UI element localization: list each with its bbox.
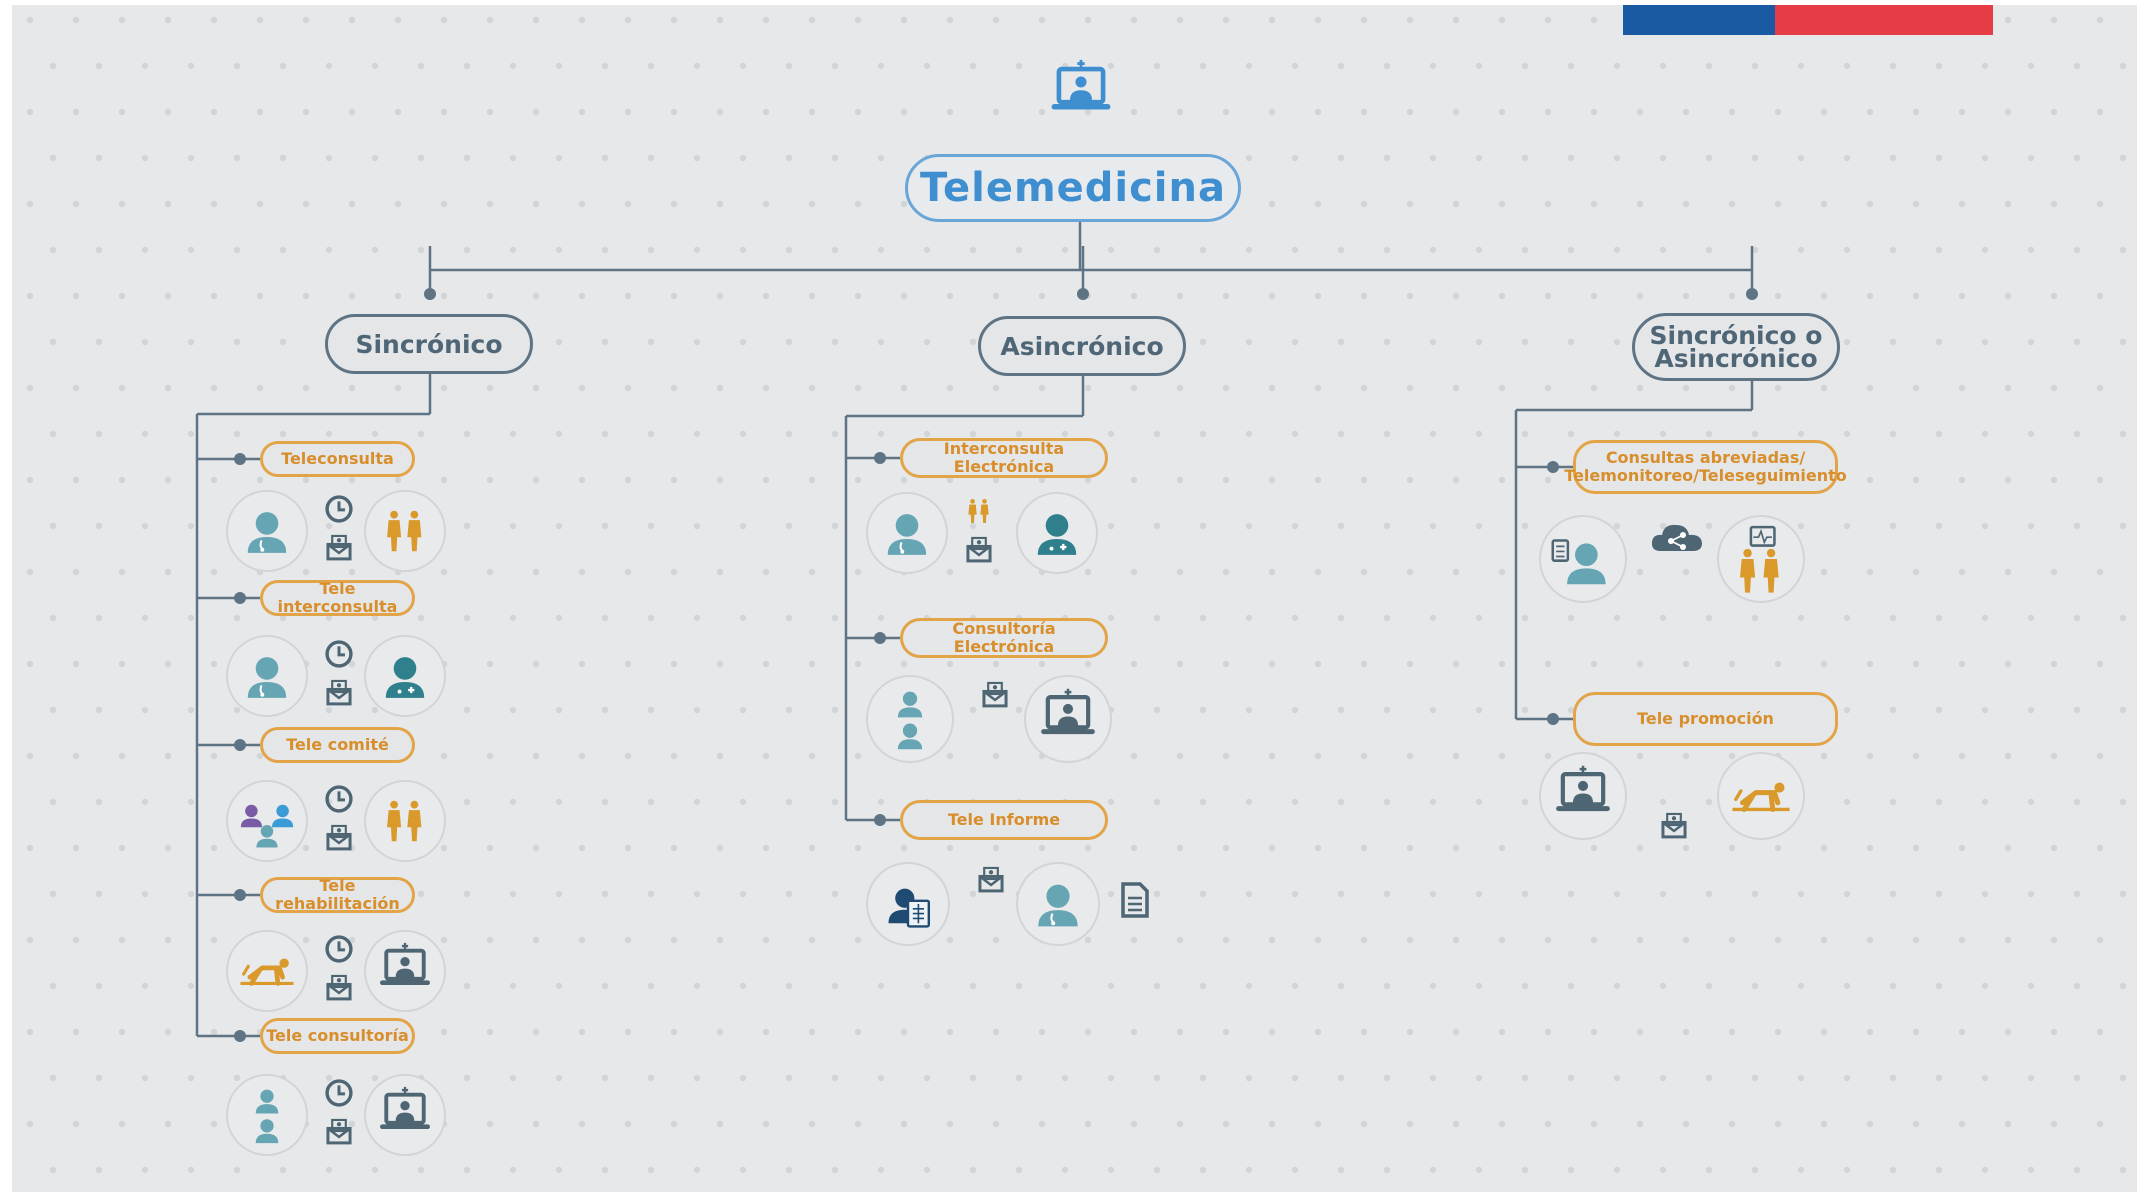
- patients-icon: [364, 490, 446, 572]
- item-dot-1-0: [874, 452, 886, 464]
- doctor-icon: [1016, 862, 1100, 946]
- clock-icon: [322, 492, 356, 526]
- patients-icon: [364, 780, 446, 862]
- item-pill: Tele promoción: [1573, 692, 1838, 746]
- clock-icon: [322, 637, 356, 671]
- mail-icon: [322, 1114, 356, 1148]
- item-dot-0-0: [234, 453, 246, 465]
- item-pill: Consultoría Electrónica: [900, 618, 1108, 658]
- root-node: Telemedicina: [905, 154, 1241, 222]
- clock-icon: [322, 782, 356, 816]
- clock-icon: [322, 1076, 356, 1110]
- cloud-share-icon: [1647, 517, 1707, 557]
- item-dot-0-2: [234, 739, 246, 751]
- doctor-icon: [866, 492, 948, 574]
- two-doctors-icon: [226, 1074, 308, 1156]
- mail-icon: [322, 530, 356, 564]
- laptop-doctor-icon: [1539, 752, 1627, 840]
- mail-icon: [322, 675, 356, 709]
- laptop-doctor-icon: [364, 930, 446, 1012]
- category-sincronico-o-asincronico: Sincrónico o Asincrónico: [1632, 313, 1840, 381]
- item-pill: Tele Informe: [900, 800, 1108, 840]
- item-pill: Consultas abreviadas/ Telemonitoreo/Tele…: [1564, 440, 1847, 494]
- item-dot-0-3: [234, 889, 246, 901]
- item-pill: Tele interconsulta: [260, 580, 415, 616]
- item-dot-1-1: [874, 632, 886, 644]
- mail-icon: [322, 970, 356, 1004]
- doctor-icon: [226, 635, 308, 717]
- monitoring-patients-icon: [1717, 515, 1805, 603]
- laptop-doctor-icon: [1024, 675, 1112, 763]
- item-dot-0-4: [234, 1030, 246, 1042]
- mail-icon: [978, 677, 1012, 711]
- doctor-clipboard-icon: [1539, 515, 1627, 603]
- rehab-exercise-icon: [226, 930, 308, 1012]
- clock-icon: [322, 932, 356, 966]
- item-dot-1-2: [874, 814, 886, 826]
- category-sincronico: Sincrónico: [325, 314, 533, 374]
- doctor-group-icon: [226, 780, 308, 862]
- item-pill: Tele comité: [260, 727, 415, 763]
- mail-icon: [322, 820, 356, 854]
- mail-icon: [974, 862, 1008, 896]
- specialist-icon: [1016, 492, 1098, 574]
- item-dot-0-1: [234, 592, 246, 604]
- item-pill: Tele consultoría: [260, 1018, 415, 1054]
- root-icon: [1029, 47, 1133, 139]
- diagram-canvas: Telemedicina Sincrónico Asincrónico Sinc…: [0, 0, 2147, 1192]
- mail-icon: [1657, 808, 1691, 842]
- doctor-icon: [226, 490, 308, 572]
- document-icon: [1114, 880, 1154, 920]
- xray-patient-icon: [866, 862, 950, 946]
- item-dot-2-0: [1547, 461, 1559, 473]
- item-pill: Interconsulta Electrónica: [900, 438, 1108, 478]
- patients-icon: [956, 488, 1002, 534]
- category-asincronico: Asincrónico: [978, 316, 1186, 376]
- laptop-doctor-icon: [364, 1074, 446, 1156]
- item-dot-2-1: [1547, 713, 1559, 725]
- specialist-icon: [364, 635, 446, 717]
- rehab-exercise-icon: [1717, 752, 1805, 840]
- two-doctors-icon: [866, 675, 954, 763]
- item-pill: Teleconsulta: [260, 441, 415, 477]
- mail-icon: [962, 532, 996, 566]
- item-pill: Tele rehabilitación: [260, 877, 415, 913]
